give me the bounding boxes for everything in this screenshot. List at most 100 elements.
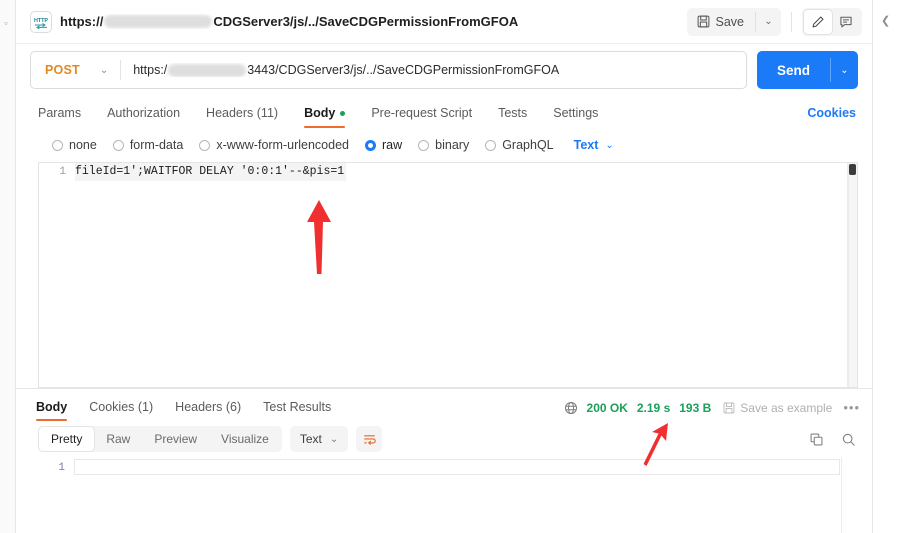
url-input[interactable]: https:/ 3443/CDGServer3/js/../SaveCDGPerm… bbox=[121, 63, 746, 77]
tab-params-label: Params bbox=[38, 106, 82, 120]
response-tab-body[interactable]: Body bbox=[32, 400, 78, 421]
radio-graphql-icon bbox=[485, 139, 497, 151]
request-title-prefix: https:// bbox=[60, 14, 104, 29]
radio-urlencoded-icon bbox=[199, 139, 211, 151]
copy-response-button[interactable] bbox=[804, 427, 828, 451]
response-tab-headers-label: Headers (6) bbox=[175, 400, 242, 414]
chevron-left-icon[interactable]: ❮ bbox=[881, 14, 890, 27]
request-editor-scrollbar[interactable] bbox=[848, 163, 857, 387]
tab-pre-request-script[interactable]: Pre-request Script bbox=[358, 106, 485, 128]
response-format-label: Text bbox=[299, 432, 322, 446]
response-pane: Body Cookies (1) Headers (6) Test Result… bbox=[16, 388, 872, 533]
request-body-editor[interactable]: 1 fileId=1';WAITFOR DELAY '0:0:1'--&pis=… bbox=[38, 162, 858, 388]
response-toolbar: Pretty Raw Preview Visualize Text ⌄ bbox=[16, 421, 872, 457]
save-button-label: Save bbox=[715, 14, 745, 29]
body-type-graphql[interactable]: GraphQL bbox=[485, 138, 554, 152]
search-icon bbox=[842, 433, 855, 446]
svg-text:HTTP: HTTP bbox=[34, 18, 48, 24]
response-view-visualize[interactable]: Visualize bbox=[209, 427, 281, 451]
cookies-link[interactable]: Cookies bbox=[807, 106, 858, 128]
send-button[interactable]: Send bbox=[757, 51, 830, 89]
response-tab-headers[interactable]: Headers (6) bbox=[164, 400, 252, 421]
body-type-none-label: none bbox=[69, 138, 97, 152]
save-button-group: Save ⌄ bbox=[686, 7, 781, 36]
body-type-binary[interactable]: binary bbox=[418, 138, 469, 152]
response-view-preview[interactable]: Preview bbox=[142, 427, 209, 451]
response-body-editor[interactable]: 1 bbox=[38, 457, 872, 533]
tab-pre-request-script-label: Pre-request Script bbox=[371, 106, 473, 120]
body-format-selector[interactable]: Text ⌄ bbox=[574, 138, 614, 152]
save-as-example-label: Save as example bbox=[740, 400, 833, 415]
scrollbar-thumb[interactable] bbox=[849, 164, 856, 175]
body-type-graphql-label: GraphQL bbox=[502, 138, 554, 152]
word-wrap-button[interactable] bbox=[356, 426, 383, 452]
postman-window: ▫ HTTP https:// CDGServer3/js/../SaveCDGP… bbox=[0, 0, 900, 533]
response-view-pretty[interactable]: Pretty bbox=[39, 427, 95, 451]
response-tab-test-results-label: Test Results bbox=[263, 400, 332, 414]
edit-request-button[interactable] bbox=[804, 9, 832, 34]
body-type-row: none form-data x-www-form-urlencoded raw… bbox=[16, 128, 872, 162]
url-bar: POST ⌄ https:/ 3443/CDGServer3/js/../Save… bbox=[16, 44, 872, 96]
right-sidebar-rail: ❮ bbox=[872, 0, 900, 533]
tab-tests[interactable]: Tests bbox=[485, 106, 540, 128]
request-actions-group bbox=[802, 7, 862, 36]
request-title: https:// CDGServer3/js/../SaveCDGPermissi… bbox=[60, 14, 518, 29]
response-body-line-number: 1 bbox=[58, 462, 65, 474]
http-method-selector[interactable]: POST ⌄ bbox=[31, 52, 120, 88]
tab-body-label: Body bbox=[304, 106, 336, 120]
radio-none-icon bbox=[52, 139, 63, 151]
response-size: 193 B bbox=[679, 400, 712, 415]
response-tab-body-label: Body bbox=[36, 400, 68, 414]
redacted-host bbox=[104, 15, 213, 28]
copy-icon bbox=[810, 433, 822, 445]
url-prefix: https:/ bbox=[133, 63, 168, 77]
comment-icon bbox=[840, 16, 852, 27]
response-view-raw[interactable]: Raw bbox=[94, 427, 142, 451]
body-type-urlencoded[interactable]: x-www-form-urlencoded bbox=[199, 138, 349, 152]
radio-form-data-icon bbox=[112, 139, 124, 151]
body-type-binary-label: binary bbox=[435, 138, 470, 152]
globe-icon bbox=[564, 401, 577, 414]
tab-authorization-label: Authorization bbox=[107, 106, 181, 120]
response-body-line: 1 bbox=[38, 457, 872, 475]
tab-authorization[interactable]: Authorization bbox=[94, 106, 193, 128]
tab-headers-label: Headers (11) bbox=[206, 106, 279, 120]
url-suffix: 3443/CDGServer3/js/../SaveCDGPermissionF… bbox=[247, 63, 560, 77]
save-button[interactable]: Save bbox=[687, 8, 756, 36]
search-response-button[interactable] bbox=[836, 427, 860, 451]
body-modified-dot-icon bbox=[340, 110, 346, 116]
save-options-caret[interactable]: ⌄ bbox=[756, 8, 781, 36]
http-protocol-icon: HTTP bbox=[30, 10, 52, 33]
request-header-bar: HTTP https:// CDGServer3/js/../SaveCDGPer… bbox=[16, 0, 872, 44]
request-body-text[interactable]: fileId=1';WAITFOR DELAY '0:0:1'--&pis=1 bbox=[75, 163, 347, 181]
radio-binary-icon bbox=[418, 139, 430, 151]
response-editor-divider bbox=[841, 457, 842, 533]
send-options-caret[interactable]: ⌄ bbox=[831, 51, 858, 89]
response-tab-cookies-label: Cookies (1) bbox=[89, 400, 154, 414]
send-button-group: Send ⌄ bbox=[756, 51, 858, 89]
tab-body[interactable]: Body bbox=[291, 106, 358, 128]
tab-params[interactable]: Params bbox=[34, 106, 94, 128]
topbar-divider bbox=[791, 11, 792, 32]
response-tab-test-results[interactable]: Test Results bbox=[252, 400, 342, 421]
floppy-disk-icon bbox=[723, 402, 735, 413]
response-view-mode-group: Pretty Raw Preview Visualize bbox=[38, 426, 282, 452]
request-tab-bar: Params Authorization Headers (11) Body P… bbox=[16, 96, 872, 128]
chevron-down-icon: ⌄ bbox=[605, 139, 614, 151]
floppy-disk-icon bbox=[697, 15, 709, 28]
save-as-example-button[interactable]: Save as example bbox=[723, 401, 832, 415]
tab-settings[interactable]: Settings bbox=[540, 106, 611, 128]
response-body-text[interactable] bbox=[74, 459, 840, 475]
rail-glyph-icon[interactable]: ▫ bbox=[1, 18, 11, 28]
response-format-selector[interactable]: Text ⌄ bbox=[289, 426, 349, 452]
response-more-options-button[interactable]: ••• bbox=[841, 400, 860, 415]
body-type-form-data[interactable]: form-data bbox=[112, 138, 183, 152]
tab-headers[interactable]: Headers (11) bbox=[193, 106, 291, 128]
response-status-code: 200 OK bbox=[586, 400, 628, 415]
body-type-raw[interactable]: raw bbox=[365, 138, 402, 152]
comments-button[interactable] bbox=[832, 10, 860, 34]
response-tab-cookies[interactable]: Cookies (1) bbox=[78, 400, 164, 421]
word-wrap-icon bbox=[364, 434, 376, 445]
body-type-urlencoded-label: x-www-form-urlencoded bbox=[216, 138, 349, 152]
body-type-none[interactable]: none bbox=[52, 138, 97, 152]
